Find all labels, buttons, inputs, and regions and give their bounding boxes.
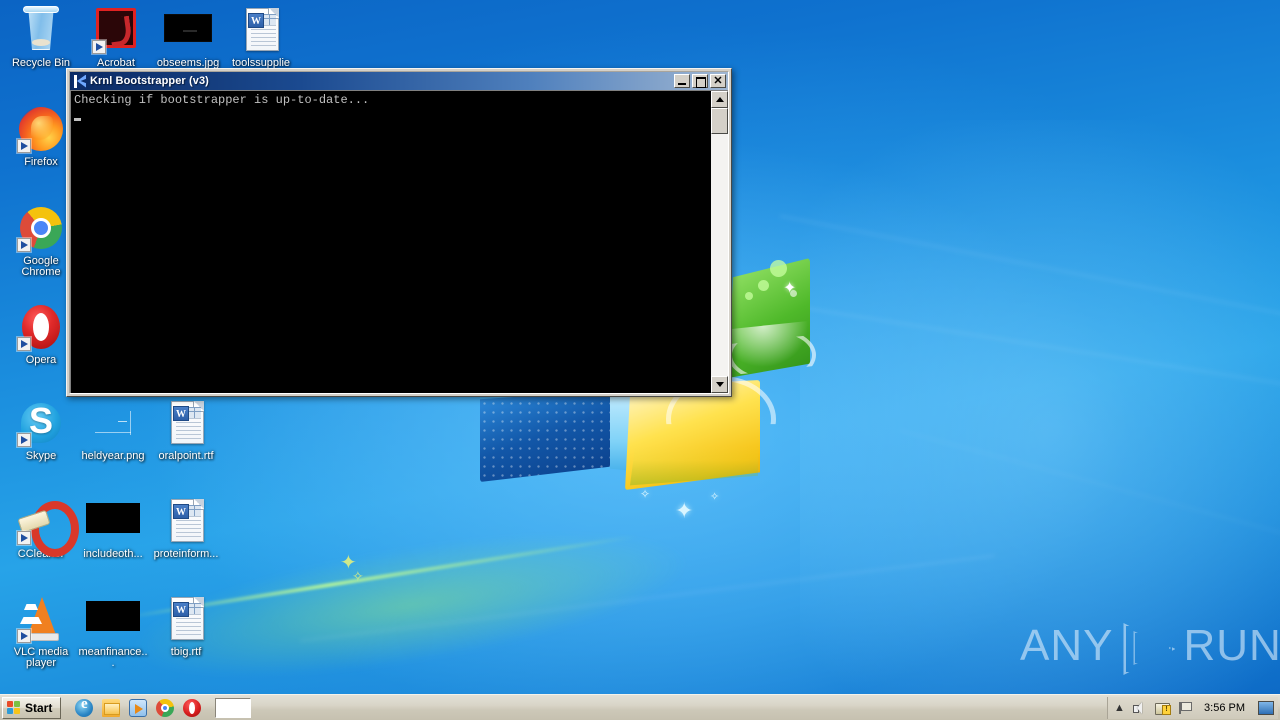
opera-icon[interactable] xyxy=(183,698,202,717)
desktop-icon-recycle-bin[interactable]: Recycle Bin xyxy=(5,6,77,69)
scrollbar-thumb[interactable] xyxy=(711,108,728,134)
desktop-icon-skype[interactable]: S Skype xyxy=(5,399,77,462)
sparkle-icon: ✧ xyxy=(352,568,364,584)
recycle-bin-icon xyxy=(17,6,65,54)
chevron-up-icon xyxy=(716,97,724,102)
desktop-icon-toolssupplie[interactable]: W toolssupplie xyxy=(225,6,297,69)
system-tray: ▲ 3:56 PM xyxy=(1107,696,1278,719)
internet-explorer-icon[interactable] xyxy=(75,696,94,717)
vlc-media-player-icon xyxy=(17,595,65,643)
volume-icon[interactable] xyxy=(1131,700,1147,716)
desktop-icon-heldyear-png[interactable]: heldyear.png xyxy=(77,399,149,462)
bubble-icon xyxy=(770,260,787,277)
image-file-icon xyxy=(86,595,140,643)
media-player-icon[interactable] xyxy=(129,698,148,717)
console-scrollbar[interactable] xyxy=(711,91,728,393)
show-hidden-icons-chevron-icon[interactable]: ▲ xyxy=(1114,700,1125,716)
console-cursor xyxy=(74,118,81,121)
sparkle-icon: ✧ xyxy=(640,487,651,501)
minimize-button[interactable] xyxy=(674,74,690,88)
wallpaper-glow xyxy=(800,120,1280,694)
network-warning-icon[interactable] xyxy=(1154,700,1172,716)
desktop-icon-label: Skype xyxy=(25,450,57,462)
console-output-line: Checking if bootstrapper is up-to-date..… xyxy=(74,93,370,107)
desktop-icon-vlc-media-player[interactable]: VLC media player xyxy=(5,595,77,669)
scroll-down-button[interactable] xyxy=(711,376,728,393)
desktop-icon-meanfinance[interactable]: meanfinance... xyxy=(77,595,149,669)
desktop-icon-acrobat[interactable]: Acrobat xyxy=(80,6,152,69)
desktop-icon-includeoth[interactable]: includeoth... xyxy=(77,497,149,560)
windows-flag-icon xyxy=(7,700,21,715)
firefox-icon xyxy=(17,105,65,153)
window-inner-frame: Krnl Bootstrapper (v3) ✕ Checking if boo… xyxy=(69,71,729,394)
scrollbar-track[interactable] xyxy=(711,108,728,376)
butterfly-icon: ✦ xyxy=(783,280,797,297)
maximize-button[interactable] xyxy=(692,74,708,88)
opera-icon xyxy=(17,303,65,351)
ccleaner-icon xyxy=(17,497,65,545)
console-body: Checking if bootstrapper is up-to-date..… xyxy=(70,90,728,393)
quick-launch-bar xyxy=(75,696,202,717)
windows-explorer-icon[interactable] xyxy=(102,698,121,717)
word-document-icon: W xyxy=(237,6,285,54)
taskbar-clock[interactable]: 3:56 PM xyxy=(1200,702,1249,714)
bubble-icon xyxy=(758,280,769,291)
desktop-icon-label: VLC media player xyxy=(13,646,69,669)
logo-pane-blue-dots xyxy=(480,390,620,482)
console-output-area[interactable]: Checking if bootstrapper is up-to-date..… xyxy=(71,91,711,393)
chevron-down-icon xyxy=(716,382,724,387)
word-document-icon: W xyxy=(162,595,210,643)
close-icon: ✕ xyxy=(713,75,723,87)
desktop-icon-label: proteinform... xyxy=(153,548,219,560)
desktop-icon-label: meanfinance... xyxy=(78,646,148,669)
task-button-list xyxy=(215,697,252,718)
window-titlebar[interactable]: Krnl Bootstrapper (v3) ✕ xyxy=(70,72,728,90)
scroll-up-button[interactable] xyxy=(711,91,728,108)
image-file-icon xyxy=(164,6,212,54)
window-title: Krnl Bootstrapper (v3) xyxy=(90,75,209,87)
desktop-icon-proteinform[interactable]: W proteinform... xyxy=(150,497,222,560)
action-center-flag-icon[interactable] xyxy=(1177,700,1193,716)
show-desktop-button[interactable] xyxy=(1258,700,1274,715)
desktop-icon-label: includeoth... xyxy=(83,548,143,560)
desktop-icon-obseems-jpg[interactable]: obseems.jpg xyxy=(152,6,224,69)
bubble-icon xyxy=(745,292,753,300)
word-document-icon: W xyxy=(162,497,210,545)
word-document-icon: W xyxy=(162,399,210,447)
google-chrome-icon xyxy=(17,204,65,252)
sparkle-icon: ✦ xyxy=(675,498,694,523)
start-button-label: Start xyxy=(25,700,53,715)
google-chrome-icon[interactable] xyxy=(156,698,175,717)
desktop-icon-label: tbig.rtf xyxy=(170,646,202,658)
image-file-icon xyxy=(86,497,140,545)
desktop-icon-ccleaner[interactable]: CCleaner xyxy=(5,497,77,560)
skype-icon: S xyxy=(17,399,65,447)
close-button[interactable]: ✕ xyxy=(710,74,726,88)
adobe-acrobat-icon xyxy=(92,6,140,54)
png-file-icon xyxy=(89,399,137,447)
taskbar: Start ▲ 3:56 PM xyxy=(0,694,1280,720)
desktop-icon-tbig-rtf[interactable]: W tbig.rtf xyxy=(150,595,222,658)
krnl-app-icon xyxy=(72,73,87,89)
desktop-icon-oralpoint-rtf[interactable]: W oralpoint.rtf xyxy=(150,399,222,462)
start-button[interactable]: Start xyxy=(2,696,62,719)
krnl-bootstrapper-window[interactable]: Krnl Bootstrapper (v3) ✕ Checking if boo… xyxy=(66,68,732,397)
desktop-icon-label: oralpoint.rtf xyxy=(158,450,214,462)
desktop-icon-label: heldyear.png xyxy=(81,450,145,462)
taskbar-window-button[interactable] xyxy=(215,697,252,718)
sparkle-icon: ✧ xyxy=(710,491,720,503)
